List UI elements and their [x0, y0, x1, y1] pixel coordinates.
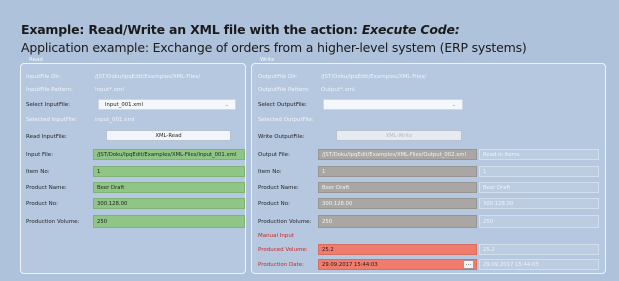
- inputfile-select-value: Input_001.xml: [105, 102, 143, 108]
- product-no-field[interactable]: 300.128.00: [318, 198, 477, 209]
- read-in-items-field: Read-in Items: [479, 149, 599, 160]
- production-date-readin: 29.09.2017 15:44:03: [479, 259, 599, 270]
- inputfile-pattern-label: InputFile Pattern:: [26, 87, 73, 93]
- selected-inputfile-value: Input_001.xml: [95, 117, 135, 123]
- page-title: Example: Read/Write an XML file with the…: [21, 22, 460, 37]
- produced-volume-readin: 25.2: [479, 244, 599, 255]
- product-no-label: Product No:: [258, 201, 290, 207]
- production-volume-field[interactable]: 250: [93, 215, 245, 228]
- outputfile-pattern-label: OutputFile Pattern:: [258, 87, 310, 93]
- outputfile-select[interactable]: ⌄: [323, 99, 463, 110]
- item-no-readin: 1: [479, 166, 599, 177]
- product-name-field[interactable]: Beer Draft: [318, 182, 477, 193]
- outputfile-dir-value: /JST/Doku/IpqEdit/Examples/XML-Files/: [321, 74, 427, 80]
- production-volume-field[interactable]: 250: [318, 215, 477, 228]
- item-no-field[interactable]: 1: [318, 166, 477, 177]
- write-panel: Write OutputFile Dir: /JST/Doku/IpqEdit/…: [251, 57, 606, 274]
- produced-volume-field[interactable]: 25.2: [318, 244, 477, 255]
- input-file-field[interactable]: /JST/Doku/IpqEdit/Examples/XML-Files/Inp…: [93, 149, 245, 160]
- outputfile-pattern-value: Output*.xml: [321, 87, 355, 93]
- product-no-field[interactable]: 300.128.00: [93, 198, 245, 209]
- select-inputfile-label: Select InputFile:: [26, 102, 71, 108]
- read-panel: Read InputFile Dir: /JST/Doku/IpqEdit/Ex…: [20, 57, 246, 274]
- inputfile-dir-label: InputFile Dir:: [26, 74, 61, 80]
- xml-read-button[interactable]: XML-Read: [106, 130, 231, 141]
- outputfile-dir-label: OutputFile Dir:: [258, 74, 298, 80]
- page-subtitle: Application example: Exchange of orders …: [21, 40, 527, 55]
- output-file-field[interactable]: /JST/Doku/IpqEdit/Examples/XML-Files/Out…: [318, 149, 477, 160]
- production-volume-label: Production Volume:: [258, 219, 312, 225]
- item-no-label: Item No:: [258, 169, 282, 175]
- production-date-field[interactable]: 29.09.2017 15:44:03: [318, 259, 477, 270]
- produced-volume-label: Produced Volume:: [258, 247, 308, 253]
- selected-inputfile-label: Selected InputFile:: [26, 117, 77, 123]
- read-inputfile-label: Read InputFile:: [26, 134, 67, 140]
- product-no-readin: 300.128.00: [479, 198, 599, 209]
- inputfile-pattern-value: Input*.xml: [95, 87, 124, 93]
- write-panel-title: Write: [258, 57, 277, 63]
- inputfile-select[interactable]: Input_001.xml ⌄: [98, 99, 236, 110]
- output-file-label: Output File:: [258, 152, 290, 158]
- select-outputfile-label: Select OutputFile:: [258, 102, 307, 108]
- product-name-label: Product Name:: [258, 185, 299, 191]
- write-outputfile-label: Write OutputFile:: [258, 134, 305, 140]
- selected-outputfile-label: Selected OutputFile:: [258, 117, 314, 123]
- chevron-down-icon: ⌄: [224, 102, 229, 108]
- production-volume-readin: 250: [479, 215, 599, 228]
- input-file-label: Input File:: [26, 152, 54, 158]
- chevron-down-icon: ⌄: [451, 102, 456, 108]
- manual-input-label: Manual Input: [258, 233, 294, 239]
- product-name-field[interactable]: Beer Draft: [93, 182, 245, 193]
- item-no-label: Item No:: [26, 169, 50, 175]
- inputfile-dir-value: /JST/Doku/IpqEdit/Examples/XML-Files/: [95, 74, 201, 80]
- product-no-label: Product No:: [26, 201, 58, 207]
- item-no-field[interactable]: 1: [93, 166, 245, 177]
- app-window: Example: Read/Write an XML file with the…: [0, 0, 619, 281]
- page-title-action: Execute Code:: [361, 22, 460, 37]
- product-name-readin: Beer Draft: [479, 182, 599, 193]
- production-volume-label: Production Volume:: [26, 219, 80, 225]
- xml-write-button[interactable]: XML-Write: [336, 130, 462, 141]
- product-name-label: Product Name:: [26, 185, 67, 191]
- production-date-value: 29.09.2017 15:44:03: [322, 262, 378, 268]
- date-picker-button[interactable]: ...: [463, 260, 474, 269]
- production-date-label: Production Date:: [258, 262, 305, 268]
- read-panel-title: Read: [27, 57, 45, 63]
- page-title-prefix: Example: Read/Write an XML file with the…: [21, 22, 362, 37]
